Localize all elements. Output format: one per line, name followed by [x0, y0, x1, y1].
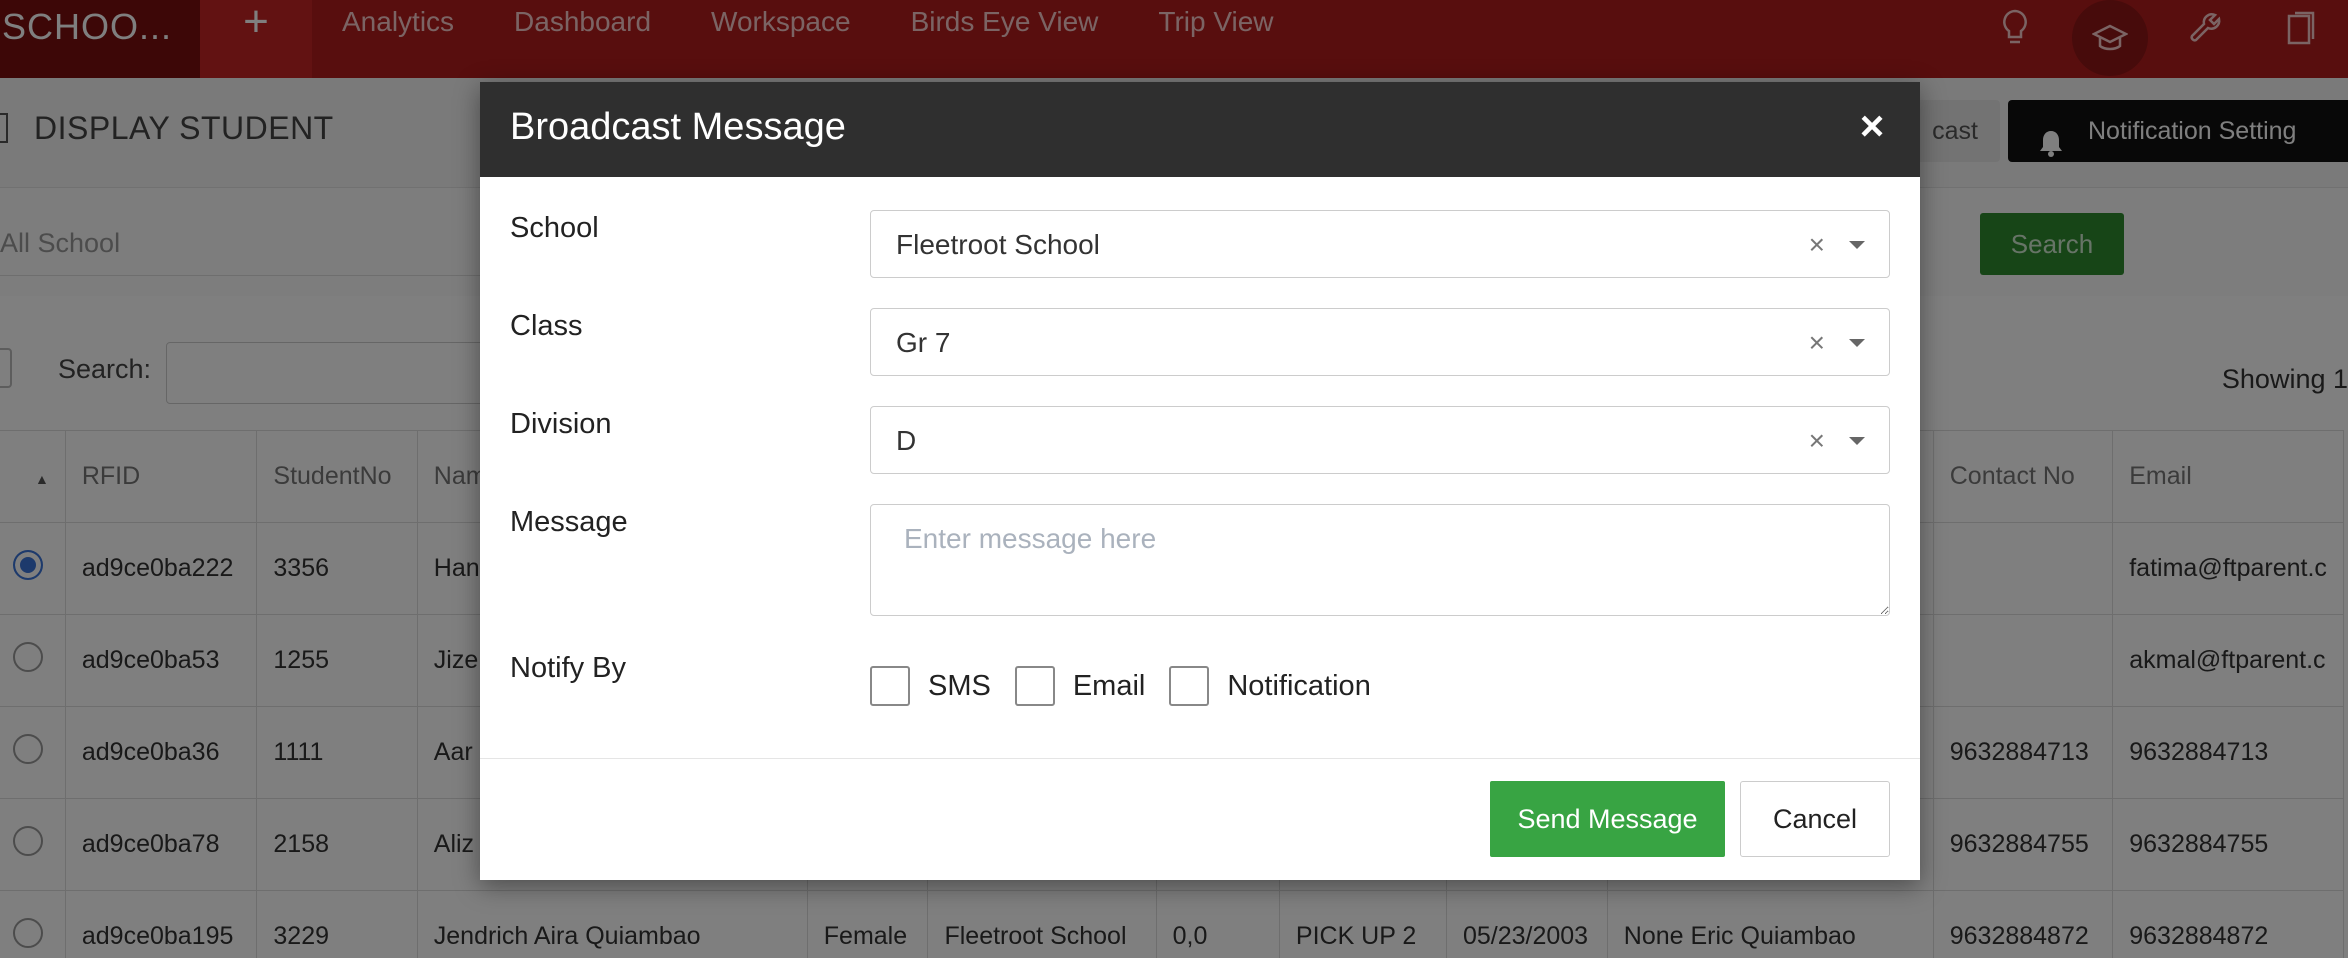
broadcast-message-modal: Broadcast Message × School Fleetroot Sch…: [480, 82, 1920, 880]
email-checkbox[interactable]: Email: [1014, 666, 1146, 706]
clear-icon[interactable]: ×: [1809, 229, 1825, 261]
checkbox-box[interactable]: [1014, 666, 1055, 706]
modal-title: Broadcast Message: [510, 106, 846, 148]
cancel-button[interactable]: Cancel: [1740, 781, 1890, 857]
checkbox-box[interactable]: [1169, 666, 1210, 706]
notify-options: SMS Email Notification: [870, 666, 1395, 706]
dropdown-arrow-icon[interactable]: [1849, 437, 1865, 445]
division-label: Division: [510, 408, 612, 440]
clear-icon[interactable]: ×: [1809, 327, 1825, 359]
clear-icon[interactable]: ×: [1809, 425, 1825, 457]
close-icon[interactable]: ×: [1852, 105, 1892, 147]
send-message-button[interactable]: Send Message: [1490, 781, 1725, 857]
message-textarea[interactable]: [870, 504, 1890, 616]
school-label: School: [510, 212, 599, 244]
school-select[interactable]: Fleetroot School ×: [870, 210, 1890, 278]
modal-footer: Send Message Cancel: [480, 758, 1920, 880]
dropdown-arrow-icon[interactable]: [1849, 339, 1865, 347]
class-label: Class: [510, 310, 583, 342]
sms-label: SMS: [928, 669, 991, 702]
notify-by-label: Notify By: [510, 652, 627, 684]
notification-label: Notification: [1227, 669, 1371, 702]
checkbox-box[interactable]: [870, 666, 910, 706]
modal-header: Broadcast Message ×: [480, 82, 1920, 177]
sms-checkbox[interactable]: SMS: [870, 666, 991, 706]
division-select[interactable]: D ×: [870, 406, 1890, 474]
dropdown-arrow-icon[interactable]: [1849, 241, 1865, 249]
division-select-value: D: [896, 425, 917, 456]
email-label: Email: [1072, 669, 1146, 702]
class-select[interactable]: Gr 7 ×: [870, 308, 1890, 376]
message-label: Message: [510, 506, 628, 538]
school-select-value: Fleetroot School: [896, 229, 1100, 260]
notification-checkbox[interactable]: Notification: [1169, 666, 1371, 706]
class-select-value: Gr 7: [896, 327, 951, 358]
